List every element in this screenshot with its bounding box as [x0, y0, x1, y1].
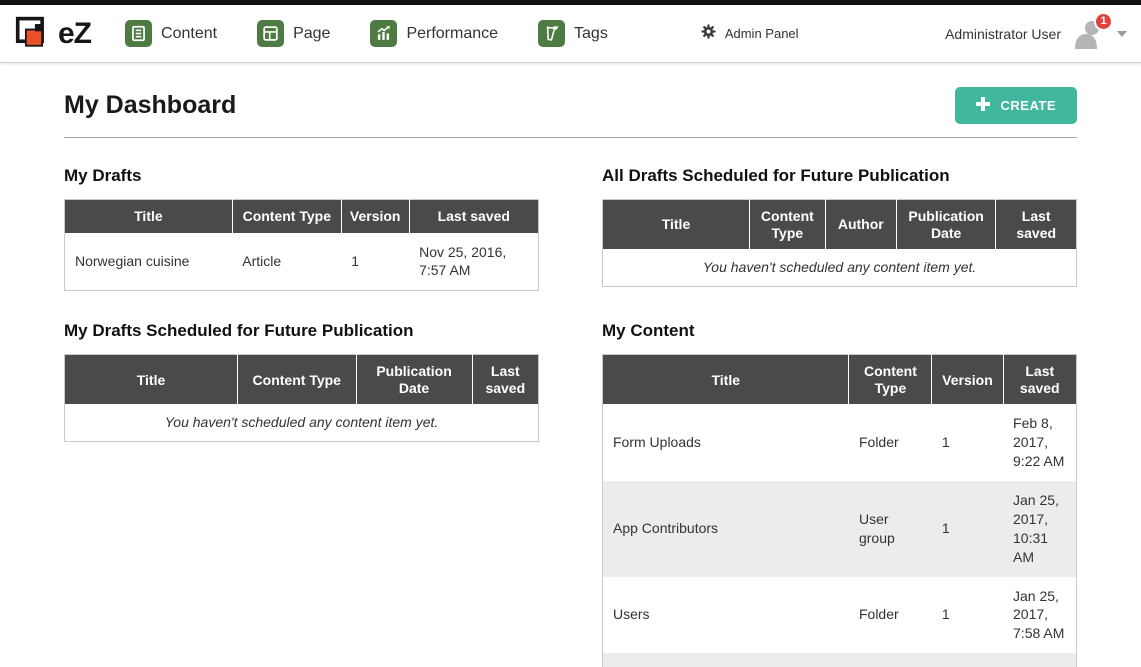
- column-header: Last saved: [996, 200, 1077, 250]
- panel-all-drafts-scheduled: All Drafts Scheduled for Future Publicat…: [602, 166, 1077, 291]
- table-cell: User group: [849, 481, 932, 577]
- table-header-row: TitleContent TypeVersionLast saved: [65, 200, 539, 233]
- nav-item-label: Performance: [406, 25, 498, 43]
- column-header: Last saved: [472, 355, 538, 405]
- panel-title: My Drafts Scheduled for Future Publicati…: [64, 321, 539, 341]
- nav-item-label: Page: [293, 25, 330, 43]
- table-cell: Article: [232, 233, 341, 291]
- page-icon: [257, 20, 284, 47]
- empty-state-message: You haven't scheduled any content item y…: [65, 404, 539, 441]
- chevron-down-icon: [1117, 31, 1127, 37]
- plus-icon: [976, 97, 990, 114]
- table-cell: Users: [603, 577, 849, 654]
- dashboard-grid: My Drafts TitleContent TypeVersionLast s…: [64, 166, 1077, 667]
- table-cell: Jan 25, 2017, 10:31 AM: [1003, 481, 1076, 577]
- table-row[interactable]: App ContributorsUser group1Jan 25, 2017,…: [603, 481, 1077, 577]
- empty-state-row: You haven't scheduled any content item y…: [65, 404, 539, 441]
- user-menu[interactable]: Administrator User 1: [945, 19, 1127, 49]
- table-row[interactable]: Norwegian cuisineArticle1Nov 25, 2016, 7…: [65, 233, 539, 291]
- table-cell: Folder: [849, 577, 932, 654]
- column-header: Title: [65, 200, 233, 233]
- nav-item-performance[interactable]: Performance: [370, 20, 498, 47]
- content-icon: [125, 20, 152, 47]
- admin-panel-menu[interactable]: Admin Panel: [700, 23, 799, 45]
- column-header: Publication Date: [356, 355, 472, 405]
- column-header: Last saved: [409, 200, 538, 233]
- main-menu: Content Page Per: [125, 20, 608, 47]
- table-cell: Form Uploads: [603, 404, 849, 481]
- table-cell: Feb 8, 2017, 9:22 AM: [1003, 404, 1076, 481]
- ez-logo[interactable]: eZ: [14, 15, 91, 53]
- table-cell: Folder: [849, 653, 932, 667]
- my-drafts-scheduled-table: TitleContent TypePublication DateLast sa…: [64, 354, 539, 442]
- my-drafts-table: TitleContent TypeVersionLast saved Norwe…: [64, 199, 539, 291]
- ez-logo-text: eZ: [58, 17, 91, 51]
- empty-state-row: You haven't scheduled any content item y…: [603, 249, 1077, 286]
- panel-title: All Drafts Scheduled for Future Publicat…: [602, 166, 1077, 186]
- table-cell: App Contributors: [603, 481, 849, 577]
- gear-icon: [700, 23, 717, 45]
- table-cell: 1: [932, 404, 1003, 481]
- table-header-row: TitleContent TypeVersionLast saved: [603, 355, 1077, 405]
- column-header: Version: [932, 355, 1003, 405]
- column-header: Title: [603, 200, 750, 250]
- column-header: Content Type: [849, 355, 932, 405]
- table-row[interactable]: UsersFolder1Jan 25, 2017, 7:58 AM: [603, 577, 1077, 654]
- nav-item-label: Tags: [574, 25, 608, 43]
- top-navigation-bar: eZ Content Page: [0, 5, 1141, 63]
- notification-badge: 1: [1094, 12, 1113, 31]
- table-row[interactable]: Form UploadsFolder1Feb 8, 2017, 9:22 AM: [603, 404, 1077, 481]
- column-header: Author: [825, 200, 896, 250]
- panel-title: My Content: [602, 321, 1077, 341]
- panel-my-drafts-scheduled: My Drafts Scheduled for Future Publicati…: [64, 321, 539, 667]
- panel-my-content: My Content TitleContent TypeVersionLast …: [602, 321, 1077, 667]
- column-header: Publication Date: [896, 200, 996, 250]
- performance-icon: [370, 20, 397, 47]
- column-header: Title: [65, 355, 238, 405]
- table-cell: Jan 25, 2017, 7:58 AM: [1003, 577, 1076, 654]
- panel-my-drafts: My Drafts TitleContent TypeVersionLast s…: [64, 166, 539, 291]
- table-header-row: TitleContent TypePublication DateLast sa…: [65, 355, 539, 405]
- column-header: Content Type: [232, 200, 341, 233]
- user-name: Administrator User: [945, 26, 1061, 42]
- table-cell: Jan 25, 2017, 7:55 AM: [1003, 653, 1076, 667]
- empty-state-message: You haven't scheduled any content item y…: [603, 249, 1077, 286]
- page-header: My Dashboard CREATE: [64, 63, 1077, 138]
- nav-item-page[interactable]: Page: [257, 20, 330, 47]
- create-button-label: CREATE: [1001, 98, 1056, 113]
- table-cell: 1: [932, 481, 1003, 577]
- table-cell: 1: [932, 653, 1003, 667]
- table-row[interactable]: AppFolder1Jan 25, 2017, 7:55 AM: [603, 653, 1077, 667]
- column-header: Content Type: [238, 355, 357, 405]
- table-cell: 1: [341, 233, 409, 291]
- dashboard-page: My Dashboard CREATE My Drafts TitleConte…: [0, 63, 1141, 667]
- column-header: Title: [603, 355, 849, 405]
- nav-item-tags[interactable]: Tags: [538, 20, 608, 47]
- panel-title: My Drafts: [64, 166, 539, 186]
- table-cell: Nov 25, 2016, 7:57 AM: [409, 233, 538, 291]
- table-header-row: TitleContent TypeAuthorPublication DateL…: [603, 200, 1077, 250]
- admin-panel-label: Admin Panel: [725, 26, 799, 41]
- table-cell: Folder: [849, 404, 932, 481]
- column-header: Content Type: [749, 200, 825, 250]
- page-title: My Dashboard: [64, 91, 236, 120]
- tags-icon: [538, 20, 565, 47]
- table-cell: 1: [932, 577, 1003, 654]
- avatar: 1: [1071, 19, 1105, 49]
- nav-item-label: Content: [161, 25, 217, 43]
- my-content-table: TitleContent TypeVersionLast saved Form …: [602, 354, 1077, 667]
- table-cell: Norwegian cuisine: [65, 233, 233, 291]
- all-drafts-scheduled-table: TitleContent TypeAuthorPublication DateL…: [602, 199, 1077, 287]
- create-button[interactable]: CREATE: [955, 87, 1077, 124]
- column-header: Version: [341, 200, 409, 233]
- table-cell: App: [603, 653, 849, 667]
- column-header: Last saved: [1003, 355, 1076, 405]
- nav-item-content[interactable]: Content: [125, 20, 217, 47]
- ez-logo-icon: [14, 15, 54, 53]
